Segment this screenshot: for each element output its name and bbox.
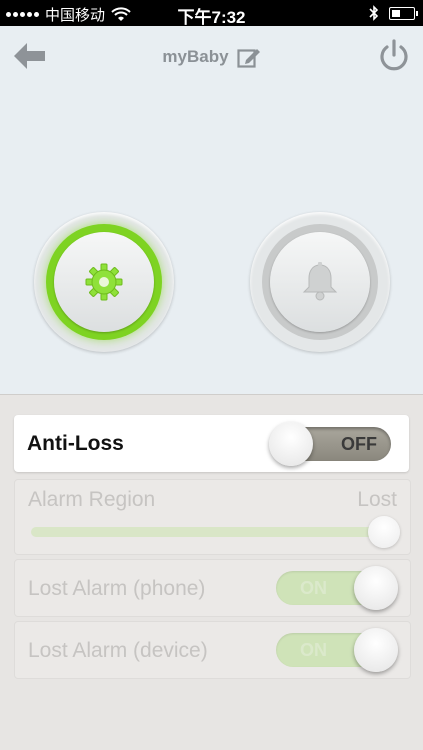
battery-icon bbox=[389, 6, 418, 20]
anti-loss-label: Anti-Loss bbox=[27, 432, 124, 455]
power-icon bbox=[380, 39, 408, 71]
power-button[interactable] bbox=[377, 38, 411, 74]
lost-alarm-device-toggle[interactable]: ON bbox=[276, 628, 398, 672]
page-title: myBaby bbox=[162, 47, 229, 66]
settings-button-face bbox=[54, 232, 154, 332]
settings-panel: Anti-Loss OFF Alarm Region Lost Lost Ala… bbox=[0, 394, 423, 750]
anti-loss-toggle[interactable]: OFF bbox=[269, 422, 391, 466]
toggle-knob bbox=[354, 628, 398, 672]
lost-alarm-device-label: Lost Alarm (device) bbox=[28, 639, 208, 662]
status-bar: 中国移动 下午7:32 bbox=[0, 0, 423, 27]
lost-alarm-phone-row: Lost Alarm (phone) ON bbox=[14, 559, 411, 617]
toggle-text: ON bbox=[300, 640, 327, 660]
alarm-region-slider-knob[interactable] bbox=[368, 516, 400, 548]
anti-loss-row: Anti-Loss OFF bbox=[14, 415, 409, 472]
gear-icon bbox=[85, 263, 123, 301]
alarm-region-value: Lost bbox=[357, 488, 397, 511]
alarm-region-row: Alarm Region Lost bbox=[14, 479, 411, 555]
alarm-region-label: Alarm Region bbox=[28, 488, 156, 511]
alarm-button[interactable] bbox=[250, 212, 390, 352]
toggle-knob bbox=[269, 422, 313, 466]
status-time: 下午7:32 bbox=[177, 8, 246, 27]
alarm-region-slider[interactable] bbox=[31, 527, 381, 537]
alarm-button-face bbox=[270, 232, 370, 332]
toggle-knob bbox=[354, 566, 398, 610]
lost-alarm-phone-toggle[interactable]: ON bbox=[276, 566, 398, 610]
header: myBaby bbox=[0, 26, 423, 90]
lost-alarm-phone-label: Lost Alarm (phone) bbox=[28, 577, 206, 600]
settings-button[interactable] bbox=[34, 212, 174, 352]
app-screen: 中国移动 下午7:32 myBaby Anti-Loss OFF Alarm R… bbox=[0, 0, 423, 750]
bell-icon bbox=[302, 262, 338, 301]
edit-icon[interactable] bbox=[236, 46, 261, 68]
lost-alarm-device-row: Lost Alarm (device) ON bbox=[14, 621, 411, 679]
page-title-container: myBaby bbox=[0, 46, 423, 68]
toggle-text: ON bbox=[300, 578, 327, 598]
status-right bbox=[369, 5, 418, 21]
bluetooth-icon bbox=[369, 5, 379, 21]
toggle-text: OFF bbox=[341, 434, 377, 454]
